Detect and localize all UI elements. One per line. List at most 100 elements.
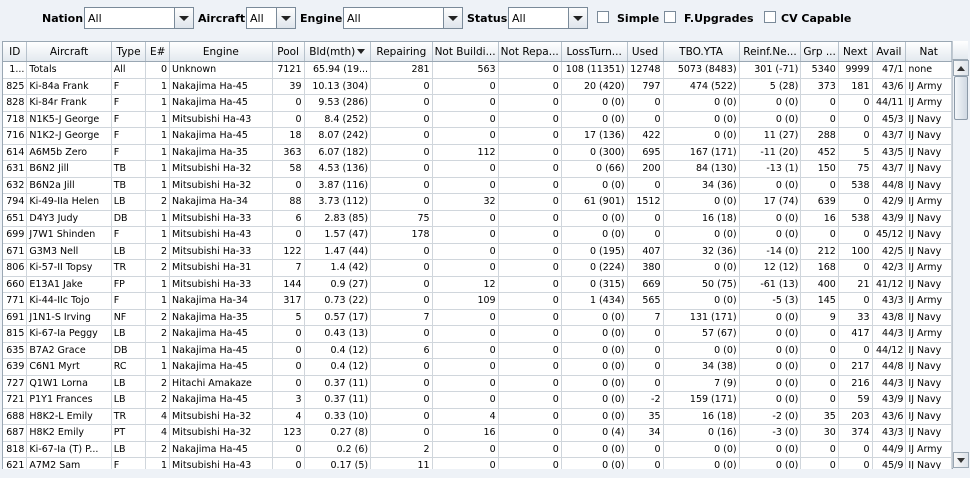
table-row[interactable]: 635 B7A2 Grace DB 1 Nakajima Ha-45 0 0.4 (12) 6… — [3, 342, 952, 359]
simple-checkbox[interactable] — [597, 11, 609, 23]
cell-used: 0 — [627, 210, 664, 227]
cell-used: 200 — [627, 160, 664, 178]
table-row[interactable]: 718 N1K5-J George F 1 Mitsubishi Ha-43 0 8.4 (… — [3, 111, 952, 128]
table-row[interactable]: 828 Ki-84r Frank F 1 Nakajima Ha-45 0 9.53 (28… — [3, 94, 952, 112]
vertical-scrollbar[interactable] — [952, 60, 969, 468]
column-header-aircraft[interactable]: Aircraft — [26, 42, 112, 62]
cell-repairing: 178 — [370, 226, 433, 244]
scroll-up-button[interactable] — [953, 60, 969, 76]
column-header-repairing[interactable]: Repairing — [370, 42, 433, 62]
cell-engine: Mitsubishi Ha-32 — [169, 177, 273, 194]
table-row[interactable]: 614 A6M5b Zero F 1 Nakajima Ha-35 363 6.07 (18… — [3, 144, 952, 161]
table-row[interactable]: 631 B6N2 Jill TB 1 Mitsubishi Ha-32 58 4.53 (1… — [3, 160, 952, 178]
engine-dropdown-button[interactable] — [443, 8, 462, 28]
cell-grp: 9 — [800, 309, 839, 326]
table-row[interactable]: 818 Ki-67-Ia (T) P... LB 2 Nakajima Ha-45 0 0.… — [3, 441, 952, 458]
cell-repairing: 7 — [370, 309, 433, 326]
cell-id: 699 — [3, 226, 28, 244]
column-header-nat[interactable]: Nat — [905, 42, 952, 62]
cell-engine: Nakajima Ha-34 — [169, 193, 273, 211]
cell-loss-turn: 0 (0) — [561, 177, 628, 194]
cell-engine: Nakajima Ha-45 — [169, 342, 273, 359]
cell-not-repairing: 0 — [498, 127, 562, 145]
table-row[interactable]: 688 H8K2-L Emily TR 4 Mitsubishi Ha-32 4 0.33 … — [3, 408, 952, 425]
table-row[interactable]: 815 Ki-67-Ia Peggy LB 2 Nakajima Ha-45 0 0.43 … — [3, 325, 952, 343]
table-row[interactable]: 806 Ki-57-II Topsy TR 2 Mitsubishi Ha-31 7 1.4… — [3, 259, 952, 277]
cell-bld-mth: 1.4 (42) — [304, 259, 372, 277]
table-row[interactable]: 687 H8K2 Emily PT 4 Mitsubishi Ha-32 123 0.27 … — [3, 424, 952, 442]
table-row[interactable]: 771 Ki-44-IIc Tojo F 1 Nakajima Ha-34 317 0.73… — [3, 292, 952, 310]
aircraft-select[interactable]: All — [246, 7, 296, 29]
cell-engine-count: 1 — [145, 342, 171, 359]
fupgrades-checkbox[interactable] — [664, 11, 676, 23]
table-row[interactable]: 632 B6N2a Jill TB 1 Mitsubishi Ha-32 0 3.87 (1… — [3, 177, 952, 194]
cell-engine-count: 1 — [145, 177, 171, 194]
table-row[interactable]: 651 D4Y3 Judy DB 1 Mitsubishi Ha-33 6 2.83 (85… — [3, 210, 952, 227]
cell-id: 806 — [3, 259, 28, 277]
cell-loss-turn: 0 (0) — [561, 226, 628, 244]
column-header-not-repairing[interactable]: Not Repa... — [498, 42, 562, 62]
column-header-next[interactable]: Next — [838, 42, 873, 62]
cell-bld-mth: 0.43 (13) — [304, 325, 372, 343]
cell-aircraft: Q1W1 Lorna — [26, 375, 112, 392]
table-body: 1... Totals All 0 Unknown 7121 65.94 (19... 281… — [3, 61, 952, 469]
table-row[interactable]: 721 P1Y1 Frances LB 2 Nakajima Ha-45 3 0.37 (1… — [3, 391, 952, 409]
column-header-avail[interactable]: Avail — [872, 42, 907, 62]
table-row[interactable]: 660 E13A1 Jake FP 1 Mitsubishi Ha-33 144 0.9 (… — [3, 276, 952, 293]
cell-repairing: 281 — [370, 61, 433, 79]
table-row[interactable]: 671 G3M3 Nell LB 2 Mitsubishi Ha-33 122 1.47 (… — [3, 243, 952, 260]
scroll-down-button[interactable] — [953, 452, 969, 468]
table-row[interactable]: 639 C6N1 Myrt RC 1 Nakajima Ha-45 0 0.4 (12) 0 0… — [3, 358, 952, 376]
cell-not-repairing: 0 — [498, 325, 562, 343]
column-header-loss-turn[interactable]: LossTurn... — [561, 42, 628, 62]
cell-engine-count: 2 — [145, 259, 171, 277]
cell-avail: 44/8 — [872, 358, 907, 376]
cell-next: 0 — [838, 111, 873, 128]
cell-not-repairing: 0 — [498, 358, 562, 376]
cv-capable-checkbox[interactable] — [764, 11, 776, 23]
cell-engine-count: 1 — [145, 111, 171, 128]
cell-next: 216 — [838, 375, 873, 392]
nation-select[interactable]: All — [84, 7, 194, 29]
engine-select[interactable]: All — [343, 7, 463, 29]
cell-id: 825 — [3, 78, 28, 95]
cell-loss-turn: 0 (0) — [561, 391, 628, 409]
column-header-engine[interactable]: Engine — [169, 42, 273, 62]
table-row[interactable]: 1... Totals All 0 Unknown 7121 65.94 (19... 281… — [3, 61, 952, 79]
cell-used: 407 — [627, 243, 664, 260]
column-header-reinf-needed[interactable]: Reinf.Ne... — [739, 42, 802, 62]
column-header-grp[interactable]: Grp ... — [800, 42, 839, 62]
column-header-not-building[interactable]: Not Buildi... — [432, 42, 499, 62]
table-row[interactable]: 727 Q1W1 Lorna LB 2 Hitachi Amakaze 0 0.37 (11… — [3, 375, 952, 392]
cell-bld-mth: 1.57 (47) — [304, 226, 372, 244]
column-header-type[interactable]: Type — [111, 42, 147, 62]
status-select[interactable]: All — [508, 7, 588, 29]
cell-id: 828 — [3, 94, 28, 112]
scroll-thumb[interactable] — [954, 76, 968, 120]
table-row[interactable]: 716 N1K2-J George F 1 Nakajima Ha-45 18 8.07 (… — [3, 127, 952, 145]
column-header-engine-count[interactable]: E# — [145, 42, 171, 62]
column-header-id[interactable]: ID — [3, 42, 28, 62]
cell-engine-count: 1 — [145, 160, 171, 178]
chevron-down-icon — [179, 16, 189, 21]
table-row[interactable]: 691 J1N1-S Irving NF 2 Nakajima Ha-35 5 0.57 (… — [3, 309, 952, 326]
table-row[interactable]: 794 Ki-49-IIa Helen LB 2 Nakajima Ha-34 88 3.7… — [3, 193, 952, 211]
table-row[interactable]: 699 J7W1 Shinden F 1 Mitsubishi Ha-43 0 1.57 (… — [3, 226, 952, 244]
cell-engine: Nakajima Ha-35 — [169, 144, 273, 161]
cell-loss-turn: 0 (224) — [561, 259, 628, 277]
aircraft-dropdown-button[interactable] — [276, 8, 295, 28]
cell-not-repairing: 0 — [498, 94, 562, 112]
cell-not-building: 112 — [432, 144, 499, 161]
column-header-tbo-yta[interactable]: TBO.YTA — [663, 42, 740, 62]
cell-next: 0 — [838, 226, 873, 244]
nation-dropdown-button[interactable] — [174, 8, 193, 28]
column-header-bld-mth[interactable]: Bld(mth) — [304, 42, 372, 62]
cell-type: NF — [111, 309, 147, 326]
cell-type: F — [111, 127, 147, 145]
column-header-used[interactable]: Used — [627, 42, 664, 62]
cell-aircraft: E13A1 Jake — [26, 276, 112, 293]
status-dropdown-button[interactable] — [568, 8, 587, 28]
table-row[interactable]: 825 Ki-84a Frank F 1 Nakajima Ha-45 39 10.13 (… — [3, 78, 952, 95]
cell-loss-turn: 0 (0) — [561, 309, 628, 326]
column-header-pool[interactable]: Pool — [272, 42, 305, 62]
